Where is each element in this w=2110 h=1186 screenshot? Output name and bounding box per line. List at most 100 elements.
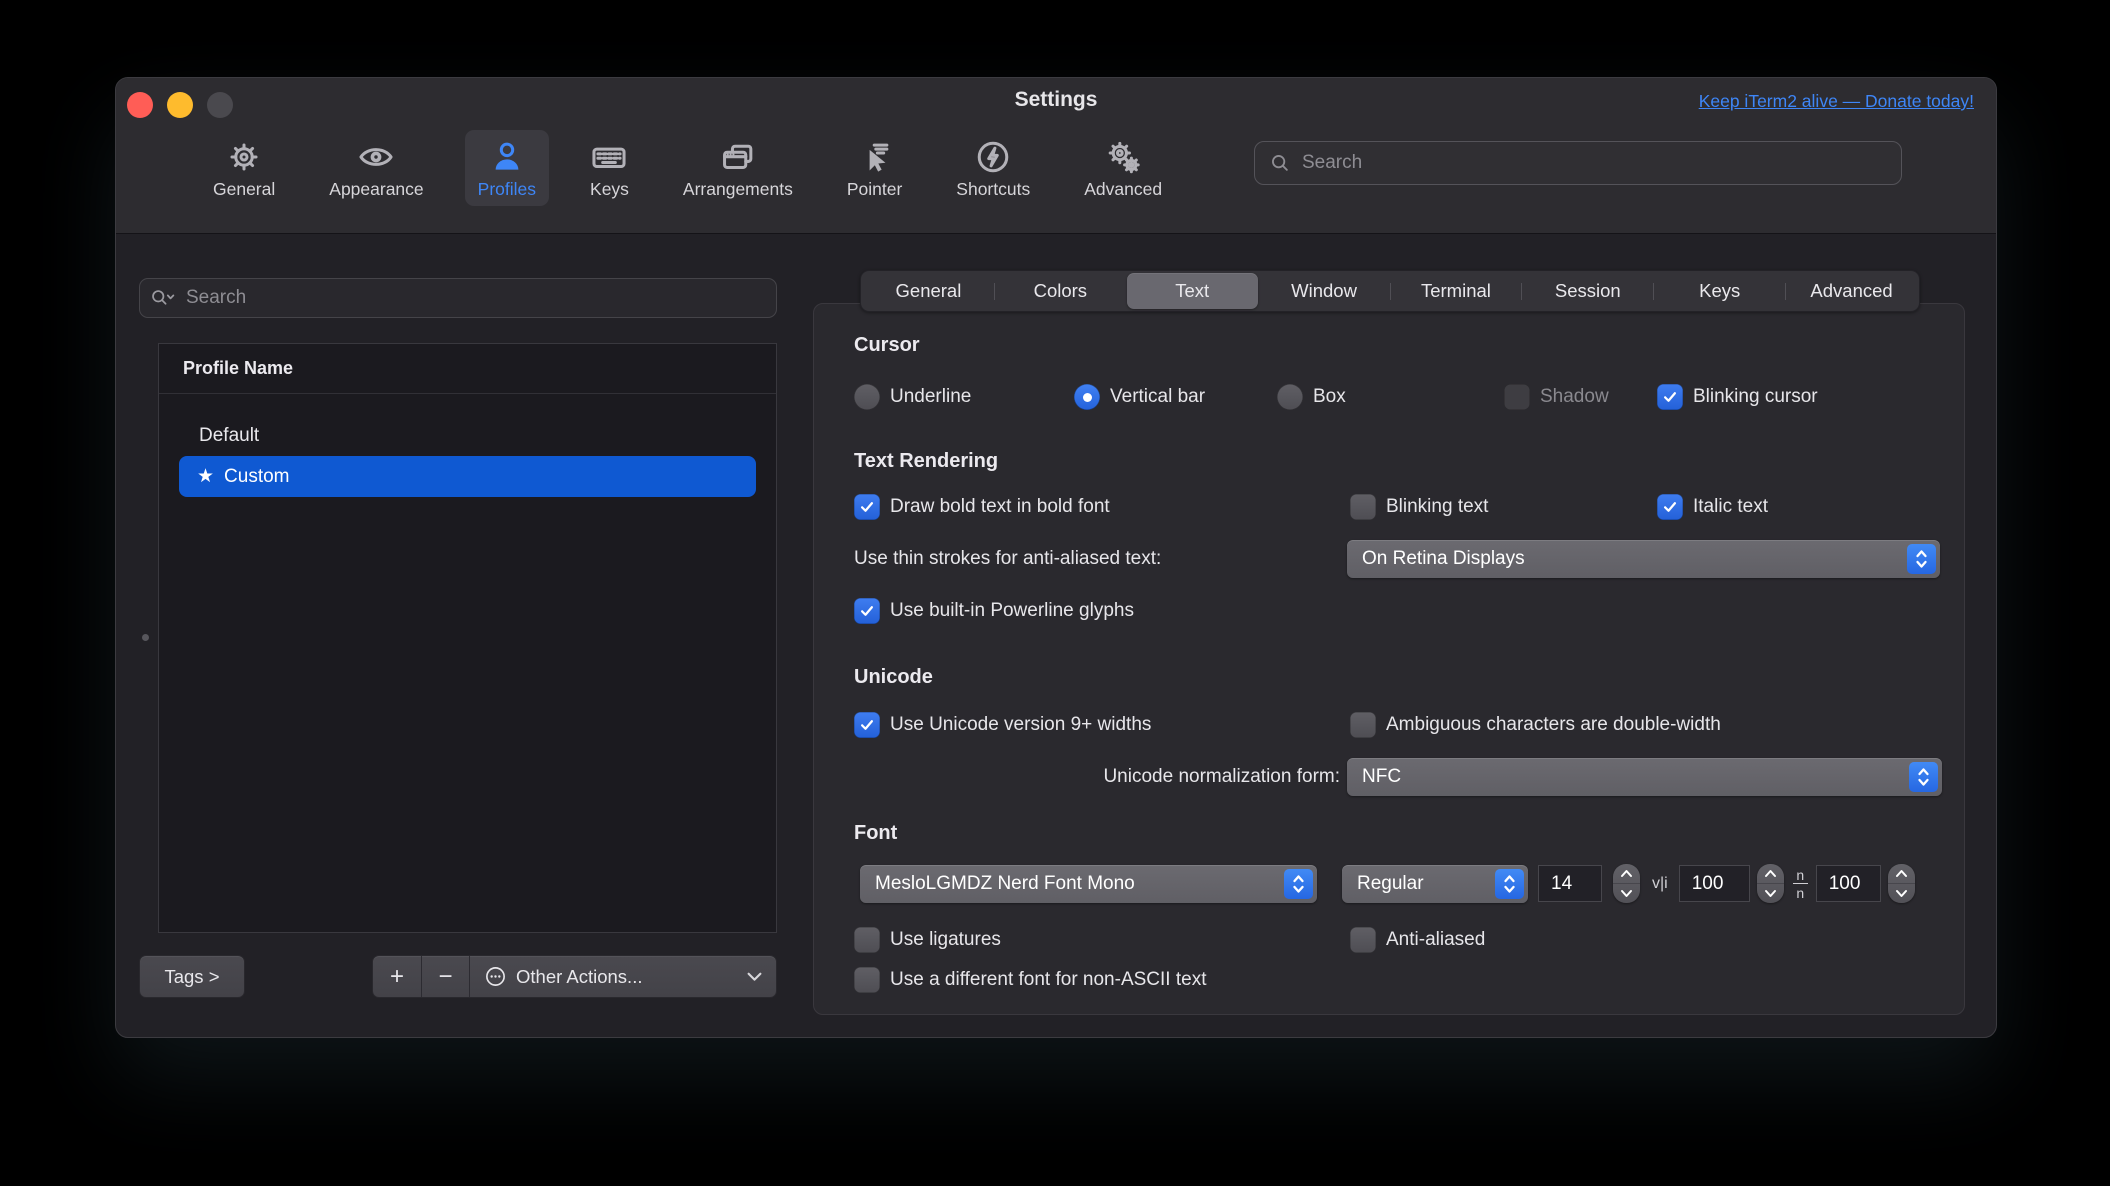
checkbox-control[interactable] (854, 927, 880, 953)
stepper-down[interactable] (1613, 884, 1640, 903)
star-icon: ★ (197, 466, 215, 487)
font-size-field[interactable] (1538, 865, 1602, 902)
stepper-up[interactable] (1756, 864, 1784, 884)
stepper-up[interactable] (1613, 864, 1640, 884)
profile-settings-panel: General Colors Text Window Terminal Sess… (813, 270, 1965, 1015)
checkbox-control[interactable] (854, 598, 880, 624)
checkbox-ligatures[interactable]: Use ligatures (854, 925, 1001, 955)
checkbox-antialiased[interactable]: Anti-aliased (1350, 925, 1485, 955)
radio-control[interactable] (1277, 384, 1303, 410)
toolbar-item-label: Advanced (1084, 179, 1163, 199)
stepper-down[interactable] (1888, 884, 1915, 903)
windows-icon (722, 144, 753, 169)
toolbar-item-profiles[interactable]: Profiles (464, 130, 550, 206)
settings-window: Settings Keep iTerm2 alive — Donate toda… (115, 77, 1997, 1038)
checkbox-draw-bold[interactable]: Draw bold text in bold font (854, 492, 1110, 522)
donate-link[interactable]: Keep iTerm2 alive — Donate today! (1699, 91, 1974, 112)
text-tab-content: Cursor Underline Vertical bar Box Shadow (814, 304, 1964, 1014)
stepper-up[interactable] (1887, 864, 1915, 884)
font-family-select[interactable]: MesloLGMDZ Nerd Font Mono (860, 864, 1317, 903)
radio-control[interactable] (1074, 384, 1100, 410)
checkbox-non-ascii-font[interactable]: Use a different font for non-ASCII text (854, 965, 1206, 995)
checkbox-ambiguous-width[interactable]: Ambiguous characters are double-width (1350, 710, 1721, 740)
font-size-stepper[interactable] (1613, 864, 1640, 903)
checkbox-control[interactable] (1350, 712, 1376, 738)
checkbox-blinking-cursor[interactable]: Blinking cursor (1657, 380, 1818, 414)
profiles-list-rows: Default ★ Custom (159, 394, 776, 497)
section-title-text-rendering: Text Rendering (854, 450, 999, 472)
vertical-spacing-field[interactable] (1815, 865, 1881, 902)
other-actions-button[interactable]: Other Actions... (469, 956, 776, 997)
profile-row-custom[interactable]: ★ Custom (179, 456, 756, 497)
add-profile-button[interactable]: + (373, 956, 421, 997)
toolbar-item-general[interactable]: General (200, 130, 288, 206)
profile-name: Default (199, 424, 260, 446)
check-icon (1664, 502, 1676, 512)
toolbar-item-arrangements[interactable]: Arrangements (670, 130, 806, 206)
toolbar-search-field[interactable] (1254, 141, 1902, 185)
keyboard-icon (592, 147, 627, 169)
thin-strokes-select[interactable]: On Retina Displays (1347, 540, 1940, 578)
horizontal-spacing-stepper[interactable] (1756, 864, 1784, 903)
search-icon (1272, 155, 1288, 171)
checkbox-control[interactable] (1350, 927, 1376, 953)
profile-search-input[interactable] (184, 286, 766, 310)
checkbox-control (1504, 384, 1530, 410)
toolbar-item-label: Shortcuts (956, 179, 1031, 199)
sidebar-handle-dot (142, 634, 149, 641)
radio-vertical-bar[interactable]: Vertical bar (1074, 380, 1205, 414)
normalization-label: Unicode normalization form: (1103, 766, 1340, 787)
ellipsis-circle-icon (486, 967, 505, 986)
normalization-select[interactable]: NFC (1347, 758, 1942, 796)
stepper-down[interactable] (1757, 884, 1784, 903)
checkbox-control[interactable] (1657, 384, 1683, 410)
radio-box[interactable]: Box (1277, 380, 1346, 414)
profile-name: Custom (224, 465, 290, 487)
checkbox-control[interactable] (1657, 494, 1683, 520)
checkbox-italic-text[interactable]: Italic text (1657, 492, 1768, 522)
radio-underline[interactable]: Underline (854, 380, 971, 414)
toolbar-item-advanced[interactable]: Advanced (1071, 130, 1175, 206)
checkbox-control[interactable] (1350, 494, 1376, 520)
toolbar-item-label: Appearance (329, 179, 424, 199)
toolbar-item-label: Arrangements (682, 179, 793, 199)
font-style-select[interactable]: Regular (1342, 864, 1528, 903)
font-size-input[interactable] (1539, 872, 1601, 895)
horizontal-spacing-icon: v|i (1652, 874, 1668, 892)
section-title-cursor: Cursor (854, 334, 920, 356)
toolbar-item-shortcuts[interactable]: Shortcuts (943, 130, 1043, 206)
section-title-font: Font (854, 822, 898, 844)
checkbox-unicode9[interactable]: Use Unicode version 9+ widths (854, 710, 1151, 740)
titlebar: Settings Keep iTerm2 alive — Donate toda… (116, 78, 1996, 234)
other-actions-label: Other Actions... (516, 965, 643, 987)
checkbox-shadow[interactable]: Shadow (1504, 380, 1609, 414)
checkbox-control[interactable] (854, 494, 880, 520)
horizontal-spacing-input[interactable] (1679, 872, 1749, 895)
section-title-unicode: Unicode (854, 666, 933, 688)
remove-profile-button[interactable]: − (421, 956, 469, 997)
checkbox-control[interactable] (854, 712, 880, 738)
profiles-list-header: Profile Name (159, 344, 776, 394)
toolbar-search-input[interactable] (1300, 151, 1887, 175)
popup-chevrons-icon (1495, 868, 1524, 899)
toolbar-item-label: Keys (590, 179, 629, 199)
toolbar-item-keys[interactable]: Keys (577, 130, 642, 206)
vertical-spacing-input[interactable] (1816, 872, 1880, 895)
check-icon (861, 720, 873, 730)
toolbar: General Appearance Profiles Keys Arrange… (200, 130, 1175, 226)
tags-button[interactable]: Tags > (139, 955, 245, 998)
vertical-spacing-stepper[interactable] (1887, 864, 1915, 903)
profile-search-field[interactable] (139, 278, 777, 318)
gear-icon (230, 143, 258, 171)
checkbox-control[interactable] (854, 967, 880, 993)
eye-icon (359, 148, 393, 166)
gears-icon (1108, 141, 1140, 174)
toolbar-item-appearance[interactable]: Appearance (316, 130, 436, 206)
checkbox-powerline[interactable]: Use built-in Powerline glyphs (854, 596, 1134, 626)
radio-control[interactable] (854, 384, 880, 410)
search-filter-icon (152, 290, 175, 305)
horizontal-spacing-field[interactable] (1678, 865, 1750, 902)
profile-row-default[interactable]: Default (159, 415, 776, 456)
toolbar-item-pointer[interactable]: Pointer (834, 130, 915, 206)
checkbox-blinking-text[interactable]: Blinking text (1350, 492, 1488, 522)
